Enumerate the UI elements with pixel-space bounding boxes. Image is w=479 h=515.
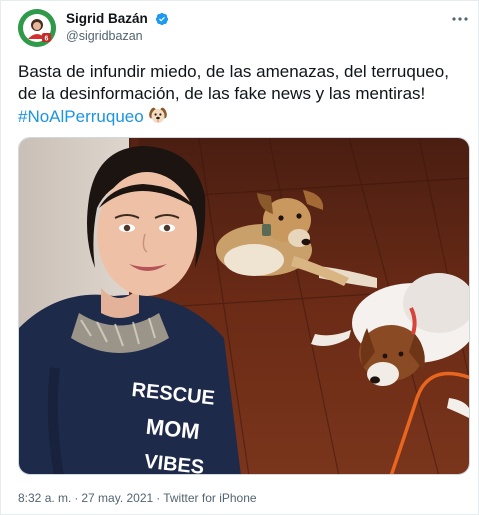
tweet-time[interactable]: 8:32 a. m. [18, 491, 71, 505]
avatar-image: 6 [18, 9, 56, 47]
tweet-source[interactable]: Twitter for iPhone [163, 491, 256, 505]
meta-separator: · [156, 491, 161, 505]
tweet-header: 6 Sigrid Bazán @sigridbazan [18, 9, 473, 49]
author-names: Sigrid Bazán @sigridbazan [66, 10, 169, 45]
tweet-date[interactable]: 27 may. 2021 [81, 491, 153, 505]
avatar-badge: 6 [45, 36, 49, 43]
tweet-card: 6 Sigrid Bazán @sigridbazan Basta de inf… [0, 0, 479, 515]
display-name[interactable]: Sigrid Bazán [66, 10, 148, 27]
verified-icon [156, 12, 169, 25]
more-options-icon[interactable] [451, 13, 469, 25]
tweet-photo[interactable]: RESCUE MOM VIBES [18, 137, 470, 475]
avatar[interactable]: 6 [18, 9, 56, 47]
meta-separator: · [74, 491, 79, 505]
selfie-with-dogs-image: RESCUE MOM VIBES [19, 138, 469, 474]
hashtag-link[interactable]: #NoAlPerruqueo [18, 107, 144, 126]
dog-face-icon [148, 107, 167, 123]
tweet-body: Basta de infundir miedo, de las amenazas… [18, 61, 468, 128]
author-handle[interactable]: @sigridbazan [66, 28, 169, 45]
tweet-meta: 8:32 a. m. · 27 may. 2021 · Twitter for iPho… [18, 491, 257, 505]
tweet-text: Basta de infundir miedo, de las amenazas… [18, 62, 449, 103]
